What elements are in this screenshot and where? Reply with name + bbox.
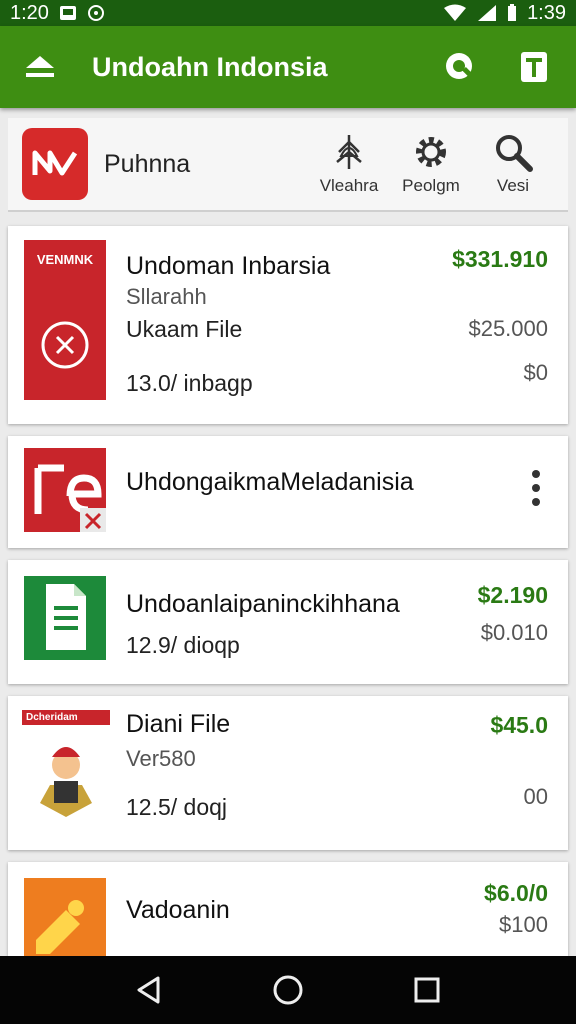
- sync-icon: [87, 4, 105, 22]
- item-file-label: Ukaam File: [126, 316, 243, 342]
- list-item[interactable]: UhdongaikmaMeladanisia: [8, 436, 568, 548]
- back-triangle-icon: [137, 976, 160, 1004]
- list-item[interactable]: Vadoanin $6.0/0 $100: [8, 862, 568, 956]
- item-subtitle: Ver580: [126, 746, 196, 771]
- battery-icon: [507, 4, 517, 22]
- more-vert-icon: [532, 470, 540, 506]
- item-price-secondary: $25.000: [468, 316, 548, 341]
- thumbnail-label: Dcheridam: [22, 710, 110, 725]
- item-thumbnail: [24, 448, 106, 532]
- eject-menu-icon: [26, 56, 54, 77]
- thumbnail-label: VENMNK: [36, 252, 94, 267]
- recents-square-icon: [414, 977, 440, 1003]
- status-bar: 1:20 1:39: [0, 0, 576, 26]
- item-name: Diani File: [126, 710, 231, 738]
- item-price-tertiary: $0: [523, 360, 548, 385]
- item-price-secondary: 00: [523, 784, 548, 809]
- mascot-icon: [40, 747, 92, 817]
- home-circle-icon: [273, 975, 303, 1005]
- system-nav-bar: [0, 956, 576, 1024]
- item-price-secondary: $0.010: [480, 620, 548, 645]
- menu-button[interactable]: [22, 49, 58, 85]
- tree-icon: [336, 135, 362, 169]
- item-meta: 13.0/ inbagp: [126, 370, 253, 396]
- item-thumbnail: [24, 576, 106, 660]
- back-button[interactable]: [124, 965, 174, 1015]
- gear-icon: [416, 137, 446, 167]
- document-icon: [521, 52, 547, 82]
- pen-tag-icon: [36, 900, 84, 954]
- wifi-icon: [443, 4, 467, 22]
- tool-label: Vleahra: [319, 176, 379, 195]
- pulse-logo-icon: [32, 150, 78, 176]
- tool-peolgm[interactable]: Peolgm: [390, 132, 472, 196]
- item-thumbnail: [24, 878, 106, 956]
- tool-label: Peolgm: [402, 176, 460, 195]
- item-thumbnail: VENMNK: [24, 240, 106, 400]
- app-header-card: Puhnna Vleahra Peolgm Vesi: [8, 118, 568, 212]
- tool-label: Vesi: [496, 176, 530, 195]
- item-name: Undoman Inbarsia: [126, 252, 331, 280]
- item-price: $331.910: [452, 246, 548, 272]
- document-edit-icon: [34, 464, 106, 532]
- list-item[interactable]: Undoanlaipaninckihhana 12.9/ dioqp $2.19…: [8, 560, 568, 684]
- item-meta: 12.9/ dioqp: [126, 632, 240, 658]
- header-title: Puhnna: [104, 149, 191, 178]
- more-options-button[interactable]: [526, 468, 546, 508]
- item-name: Undoanlaipaninckihhana: [126, 590, 400, 618]
- tool-vesi[interactable]: Vesi: [472, 132, 554, 196]
- tool-vleahra[interactable]: Vleahra: [308, 132, 390, 196]
- item-subtitle: Sllarahh: [126, 284, 207, 309]
- notification-icon: [59, 4, 77, 22]
- search-action-button[interactable]: [440, 47, 480, 87]
- item-name: Vadoanin: [126, 896, 230, 924]
- compass-icon: [41, 321, 89, 369]
- app-bar: Undoahn Indonsia: [0, 26, 576, 108]
- item-price-secondary: $100: [499, 912, 548, 937]
- status-time-right: 1:39: [527, 1, 566, 24]
- app-logo: [22, 128, 88, 200]
- item-name: UhdongaikmaMeladanisia: [126, 468, 414, 496]
- app-title: Undoahn Indonsia: [92, 51, 328, 82]
- signal-icon: [477, 4, 497, 22]
- list-item[interactable]: VENMNK Undoman Inbarsia Sllarahh Ukaam F…: [8, 226, 568, 424]
- item-price: $6.0/0: [484, 880, 548, 906]
- item-price: $45.0: [490, 712, 548, 738]
- item-price: $2.190: [477, 582, 548, 608]
- search-circle-icon: [446, 53, 473, 79]
- recents-button[interactable]: [402, 965, 452, 1015]
- spreadsheet-icon: [46, 584, 86, 650]
- item-meta: 12.5/ doqj: [126, 794, 228, 820]
- list-item[interactable]: Dcheridam Diani File Ver580 12.5/ doqj $…: [8, 696, 568, 850]
- document-action-button[interactable]: [514, 47, 554, 87]
- search-icon: [496, 135, 533, 172]
- item-thumbnail: Dcheridam: [22, 710, 110, 830]
- home-button[interactable]: [263, 965, 313, 1015]
- status-time-left: 1:20: [10, 1, 49, 24]
